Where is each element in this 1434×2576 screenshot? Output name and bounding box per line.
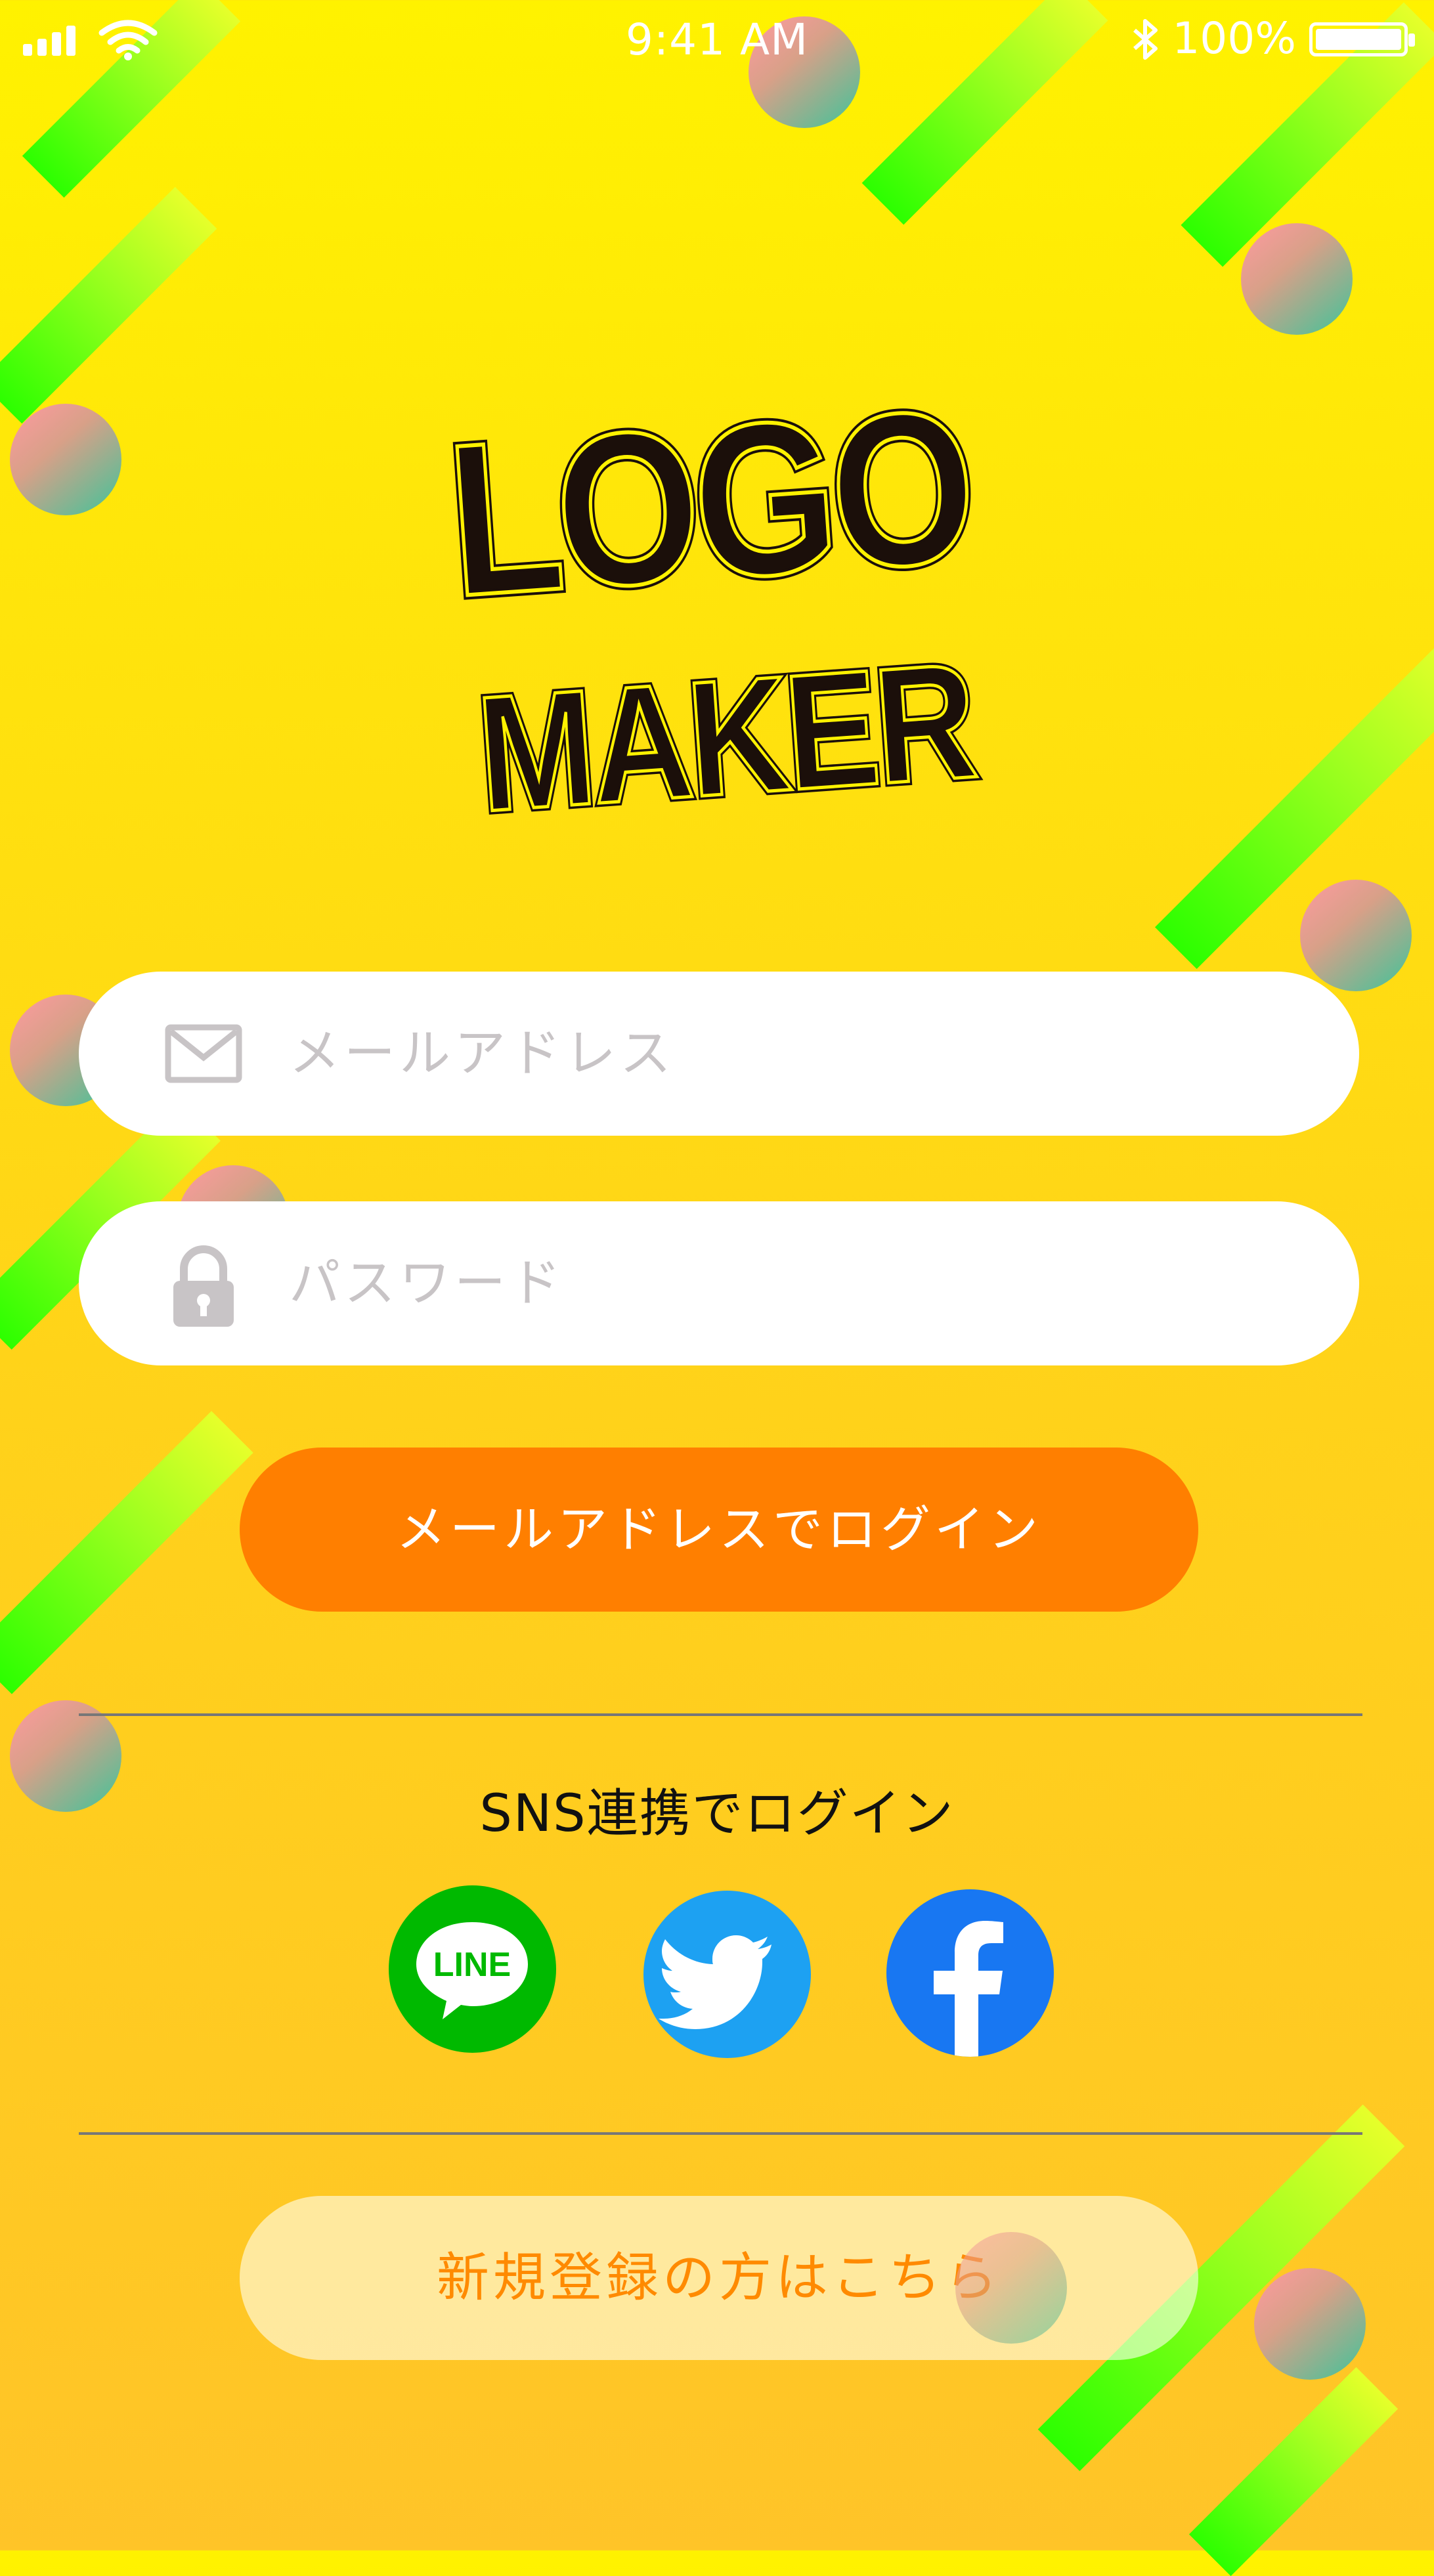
logo-line1-highlight: LOGO <box>441 364 977 642</box>
password-field[interactable]: パスワード <box>79 1201 1359 1365</box>
battery-percent: 100% <box>1172 13 1296 64</box>
deco-ball <box>1300 880 1412 991</box>
logo-line2-highlight: MAKER <box>473 629 980 840</box>
facebook-login-button[interactable] <box>886 1889 1054 2057</box>
twitter-login-button[interactable] <box>643 1891 811 2058</box>
facebook-icon <box>934 1921 1003 2057</box>
twitter-icon <box>659 1935 771 2029</box>
password-placeholder: パスワード <box>289 1254 565 1313</box>
bluetooth-icon <box>1129 18 1162 63</box>
lock-icon <box>164 1244 243 1327</box>
deco-ball <box>955 2232 1067 2344</box>
email-login-button[interactable]: メールアドレスでログイン <box>240 1448 1198 1612</box>
deco-stripe <box>0 1411 253 1694</box>
status-bar: 9:41 AM 100% <box>0 0 1434 79</box>
sns-login-label: SNS連携でログイン <box>479 1784 955 1843</box>
deco-ball <box>10 404 121 515</box>
mail-icon <box>164 1014 243 1093</box>
deco-stripe <box>0 186 217 424</box>
email-field[interactable]: メールアドレス <box>79 972 1359 1136</box>
deco-ball <box>1241 223 1353 335</box>
svg-text:LINE: LINE <box>433 1946 511 1984</box>
divider <box>79 2132 1362 2135</box>
app-logo: LOGO LOGO MAKER MAKER <box>394 341 1037 850</box>
battery-icon <box>1309 22 1415 56</box>
line-login-button[interactable]: LINE <box>389 1885 556 2053</box>
email-placeholder: メールアドレス <box>289 1024 676 1083</box>
deco-ball <box>1254 2268 1366 2380</box>
line-icon: LINE <box>416 1922 528 2019</box>
deco-stripe <box>1188 2367 1399 2576</box>
divider <box>79 1713 1362 1716</box>
